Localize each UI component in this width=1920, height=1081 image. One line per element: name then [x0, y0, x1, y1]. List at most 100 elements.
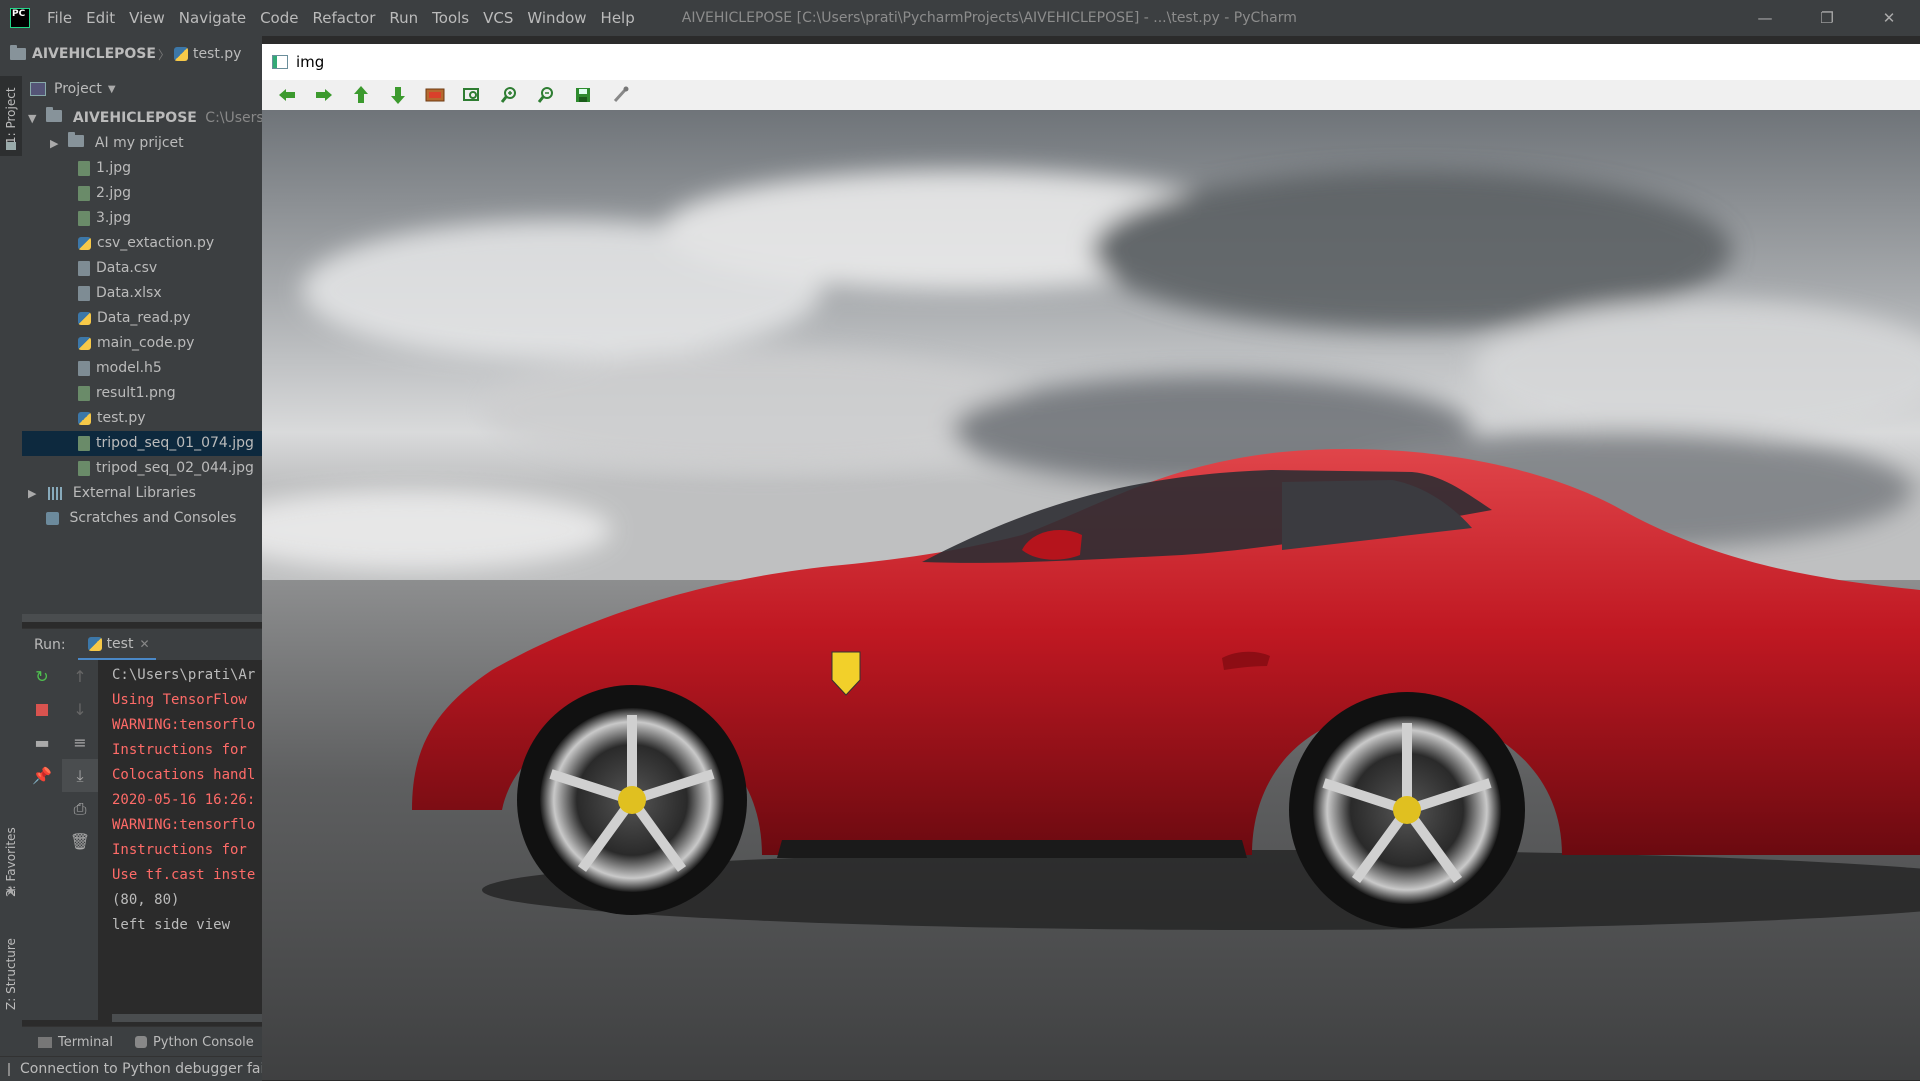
image-icon[interactable]	[416, 81, 453, 109]
tree-item-ai-my-prijcet[interactable]: ▶ AI my prijcet	[22, 131, 262, 156]
arrow-right-icon[interactable]	[305, 81, 342, 109]
pin-icon[interactable]: 📌	[22, 759, 62, 792]
menu-refactor[interactable]: Refactor	[305, 0, 382, 36]
tree-item-data-csv[interactable]: Data.csv	[22, 256, 262, 281]
tab-python-console[interactable]: Python Console	[153, 1035, 254, 1050]
tab-structure[interactable]: Z: Structure	[0, 920, 22, 1028]
image-file-icon	[78, 210, 90, 226]
restore-button[interactable]: ❐	[1796, 0, 1858, 36]
menu-edit[interactable]: Edit	[79, 0, 122, 36]
arrow-down-icon[interactable]	[379, 81, 416, 109]
project-view-icon	[30, 82, 46, 96]
stop-icon[interactable]	[22, 693, 62, 726]
menu-code[interactable]: Code	[253, 0, 305, 36]
navigation-bar: AIVEHICLEPOSE 〉 test.py	[0, 36, 262, 73]
menu-file[interactable]: File	[40, 0, 79, 36]
tree-item-label: result1.png	[96, 385, 176, 401]
tree-item-label: Data_read.py	[97, 310, 191, 326]
project-horizontal-scrollbar[interactable]	[22, 614, 262, 622]
save-icon[interactable]	[564, 81, 601, 109]
tree-item-data-xlsx[interactable]: Data.xlsx	[22, 281, 262, 306]
close-tab-icon[interactable]: ✕	[139, 637, 149, 651]
breadcrumb-file[interactable]: test.py	[193, 46, 242, 62]
print-icon[interactable]: ⎙	[62, 792, 98, 825]
car-photo	[262, 110, 1920, 1080]
run-tab-label: test	[106, 635, 134, 652]
arrow-up-icon[interactable]: ↑	[62, 660, 98, 693]
tree-item-2-jpg[interactable]: 2.jpg	[22, 181, 262, 206]
tree-item-3-jpg[interactable]: 3.jpg	[22, 206, 262, 231]
rear-wheel	[1289, 692, 1525, 928]
tree-item-test-py[interactable]: test.py	[22, 406, 262, 431]
console-line: WARNING:tensorflo	[112, 717, 256, 733]
run-toolbar-primary: ↻ ▬ 📌	[22, 660, 62, 1020]
arrow-up-icon[interactable]	[342, 81, 379, 109]
tree-root[interactable]: ▼ AIVEHICLEPOSE C:\Users\	[22, 106, 262, 131]
expand-arrow-icon[interactable]: ▼	[28, 106, 40, 131]
zoom-in-icon[interactable]	[490, 81, 527, 109]
menu-vcs[interactable]: VCS	[476, 0, 520, 36]
image-viewer-window: img	[262, 44, 1920, 1080]
breadcrumb-project[interactable]: AIVEHICLEPOSE	[32, 46, 156, 62]
soft-wrap-icon[interactable]: ≡	[62, 726, 98, 759]
tree-item-label: Data.csv	[96, 260, 158, 276]
console-line: Using TensorFlow	[112, 692, 247, 708]
project-view-selector[interactable]: Project	[54, 81, 102, 97]
tree-item-scratches[interactable]: Scratches and Consoles	[22, 506, 262, 531]
tree-item-external-libraries[interactable]: ▶ External Libraries	[22, 481, 262, 506]
tree-item-tripod-seq-01-074[interactable]: tripod_seq_01_074.jpg	[22, 431, 262, 456]
menu-navigate[interactable]: Navigate	[172, 0, 253, 36]
tree-item-model-h5[interactable]: model.h5	[22, 356, 262, 381]
tree-root-path: C:\Users\	[205, 110, 262, 126]
image-file-icon	[78, 385, 90, 401]
run-tab-test[interactable]: test ✕	[77, 629, 156, 661]
tree-item-label: Data.xlsx	[96, 285, 162, 301]
image-window-title: img	[296, 53, 325, 71]
minimize-button[interactable]: —	[1734, 0, 1796, 36]
brush-icon[interactable]	[601, 81, 638, 109]
menu-help[interactable]: Help	[594, 0, 642, 36]
console-horizontal-scrollbar[interactable]	[112, 1014, 262, 1022]
collapse-arrow-icon[interactable]: ▶	[50, 131, 62, 156]
tree-item-label: 2.jpg	[96, 185, 132, 201]
scratches-icon	[46, 511, 59, 525]
tree-item-label: tripod_seq_02_044.jpg	[96, 460, 254, 476]
chevron-down-icon[interactable]: ▼	[108, 84, 116, 95]
folder-icon	[68, 132, 85, 147]
scroll-to-end-icon[interactable]: ⤓	[62, 759, 98, 792]
trash-icon[interactable]: 🗑	[62, 825, 98, 858]
image-file-icon	[78, 160, 90, 176]
tree-item-label: AI my prijcet	[94, 135, 184, 151]
arrow-left-icon[interactable]	[268, 81, 305, 109]
tab-structure-label: Z: Structure	[4, 938, 18, 1010]
menu-run[interactable]: Run	[382, 0, 425, 36]
close-button[interactable]: ✕	[1858, 0, 1920, 36]
tree-item-1-jpg[interactable]: 1.jpg	[22, 156, 262, 181]
tree-item-result1-png[interactable]: result1.png	[22, 381, 262, 406]
tree-item-tripod-seq-02-044[interactable]: tripod_seq_02_044.jpg	[22, 456, 262, 481]
menu-tools[interactable]: Tools	[425, 0, 476, 36]
python-console-icon	[134, 1036, 147, 1048]
run-console-output[interactable]: C:\Users\prati\Ar Using TensorFlow WARNI…	[98, 660, 262, 1023]
rerun-icon[interactable]: ↻	[22, 660, 62, 693]
run-toolbar-secondary: ↑ ↓ ≡ ⤓ ⎙ 🗑	[62, 660, 99, 1020]
collapse-arrow-icon[interactable]: ▶	[28, 481, 40, 506]
zoom-region-icon[interactable]	[453, 81, 490, 109]
tab-terminal[interactable]: Terminal	[58, 1035, 113, 1050]
menu-window[interactable]: Window	[520, 0, 593, 36]
tree-item-csv-extaction[interactable]: csv_extaction.py	[22, 231, 262, 256]
zoom-out-icon[interactable]	[527, 81, 564, 109]
tree-item-main-code[interactable]: main_code.py	[22, 331, 262, 356]
bottom-tool-tabs: Terminal Python Console	[22, 1026, 262, 1057]
menu-view[interactable]: View	[122, 0, 172, 36]
status-bar: Connection to Python debugger fail	[0, 1056, 262, 1081]
python-file-icon	[78, 236, 91, 250]
image-window-titlebar[interactable]: img	[262, 44, 1920, 80]
status-toggle-icon[interactable]	[8, 1062, 10, 1076]
arrow-down-icon[interactable]: ↓	[62, 693, 98, 726]
tree-item-data-read[interactable]: Data_read.py	[22, 306, 262, 331]
layout-icon[interactable]: ▬	[22, 726, 62, 759]
image-file-icon	[78, 435, 90, 451]
displayed-image[interactable]	[262, 110, 1920, 1080]
tree-item-label: model.h5	[96, 360, 162, 376]
